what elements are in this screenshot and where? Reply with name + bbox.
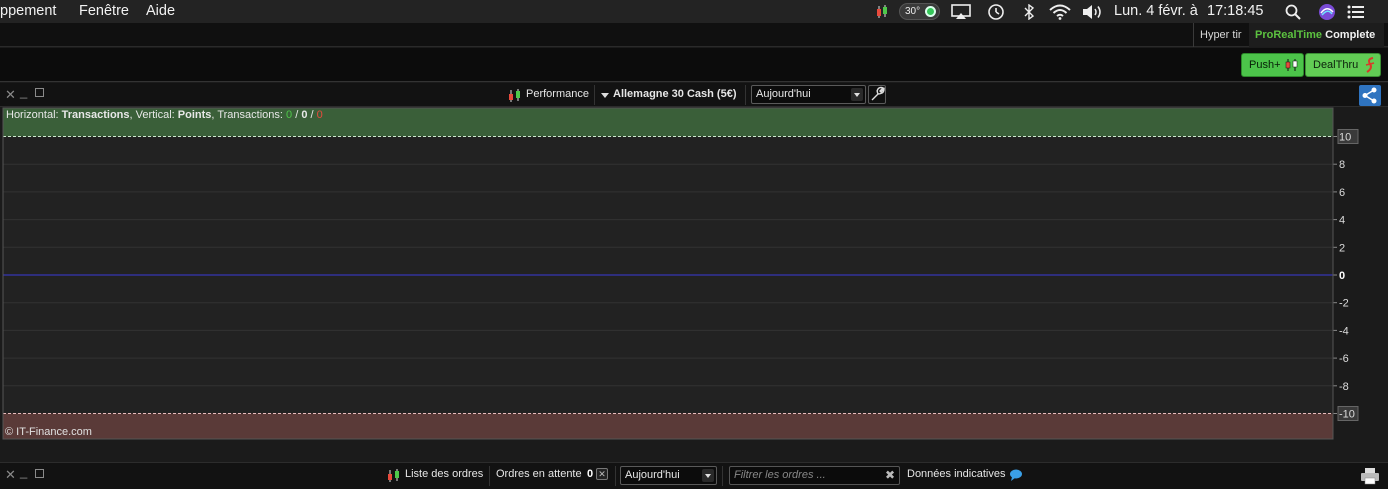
orders-panel-toolbar: ✕ _ Liste des ordres Ordres en attente 0… bbox=[0, 462, 1388, 489]
dealthru-label: DealThru bbox=[1313, 59, 1359, 71]
share-icon bbox=[1362, 87, 1377, 104]
push-plus-button[interactable]: Push+ bbox=[1241, 53, 1304, 77]
y-tick-label: 6 bbox=[1339, 187, 1345, 199]
maximize-panel-icon[interactable] bbox=[35, 88, 44, 97]
bluetooth-icon[interactable] bbox=[1020, 2, 1038, 21]
y-tick-label: 2 bbox=[1339, 242, 1345, 254]
wifi-icon[interactable] bbox=[1048, 2, 1072, 21]
minimize-orders-panel-icon[interactable]: _ bbox=[20, 464, 27, 479]
info-transactions-prefix: , Transactions: bbox=[211, 109, 287, 121]
y-tick-label: 10 bbox=[1339, 132, 1351, 144]
hyper-tir-label: Hyper tir bbox=[1200, 29, 1242, 41]
y-tick-label: 4 bbox=[1339, 215, 1345, 227]
maximize-orders-panel-icon[interactable] bbox=[35, 469, 44, 478]
y-tick-label: -2 bbox=[1339, 298, 1349, 310]
app-top-strip: Hyper tir ProRealTime Complete bbox=[0, 23, 1388, 47]
close-orders-panel-icon[interactable]: ✕ bbox=[5, 467, 16, 483]
y-tick-label: 8 bbox=[1339, 159, 1345, 171]
toolbar-separator bbox=[615, 466, 616, 486]
orders-period-select[interactable]: Aujourd'hui bbox=[620, 466, 717, 485]
performance-candlestick-icon bbox=[509, 89, 520, 102]
share-button[interactable] bbox=[1359, 85, 1381, 106]
performance-title: Performance bbox=[526, 88, 589, 100]
close-panel-icon[interactable]: ✕ bbox=[5, 87, 16, 103]
menu-date[interactable]: Lun. 4 févr. à bbox=[1114, 3, 1198, 19]
info-separator: / bbox=[307, 109, 317, 121]
spotlight-search-icon[interactable] bbox=[1284, 2, 1302, 21]
menu-fenetre[interactable]: Fenêtre bbox=[79, 3, 129, 19]
info-separator: / bbox=[292, 109, 302, 121]
volume-icon[interactable] bbox=[1080, 2, 1104, 21]
y-tick-label: -10 bbox=[1339, 409, 1355, 421]
time-machine-icon[interactable] bbox=[985, 2, 1007, 21]
instrument-selector[interactable]: Allemagne 30 Cash (5€) bbox=[613, 88, 737, 100]
info-vertical-value: Points bbox=[177, 109, 212, 121]
siri-icon[interactable] bbox=[1317, 2, 1337, 21]
toolbar-separator bbox=[489, 466, 490, 486]
filter-orders-input[interactable]: Filtrer les ordres ... ✖ bbox=[729, 466, 900, 485]
info-horizontal-value: Transactions bbox=[61, 109, 130, 121]
period-select-value: Aujourd'hui bbox=[756, 88, 811, 100]
info-bubble-icon[interactable] bbox=[1009, 469, 1023, 481]
push-plus-label: Push+ bbox=[1249, 59, 1281, 71]
y-tick-label: 0 bbox=[1339, 270, 1345, 282]
negative-zone bbox=[3, 413, 1333, 439]
info-loss-count: 0 bbox=[316, 109, 323, 121]
prorealtime-badge: ProRealTime Complete bbox=[1249, 23, 1384, 47]
temperature-value: 30° bbox=[905, 6, 921, 17]
chart-copyright: © IT-Finance.com bbox=[5, 426, 92, 438]
filter-orders-placeholder: Filtrer les ordres ... bbox=[734, 469, 826, 481]
menu-developpement[interactable]: ppement bbox=[0, 3, 56, 19]
y-tick-label: -6 bbox=[1339, 353, 1349, 365]
prt-brand: ProRealTime bbox=[1255, 29, 1323, 41]
pending-orders-count: 0 bbox=[587, 468, 594, 480]
plot-area bbox=[3, 108, 1333, 439]
candlestick-status-icon[interactable] bbox=[873, 2, 891, 21]
status-dot-icon bbox=[925, 6, 936, 17]
app-action-strip: Push+ DealThru bbox=[0, 48, 1388, 82]
minimize-panel-icon[interactable]: _ bbox=[20, 84, 27, 99]
info-vertical-prefix: , Vertical: bbox=[129, 109, 178, 121]
period-select[interactable]: Aujourd'hui bbox=[751, 85, 866, 104]
chart-canvas: 10 8 6 4 2 0 -2 -4 -6 -8 -10 bbox=[2, 107, 1359, 440]
menu-time[interactable]: 17:18:45 bbox=[1207, 3, 1263, 19]
chart-info-line: Horizontal: Transactions, Vertical: Poin… bbox=[6, 109, 323, 121]
dealthru-logo-icon bbox=[1366, 57, 1375, 73]
y-tick-label: -4 bbox=[1339, 325, 1349, 337]
performance-chart[interactable]: 10 8 6 4 2 0 -2 -4 -6 -8 -10 Horizontal: Transacti… bbox=[0, 107, 1388, 460]
y-tick-label: -8 bbox=[1339, 381, 1349, 393]
indicative-data-label: Données indicatives bbox=[907, 468, 1006, 480]
hyper-tir-tab[interactable]: Hyper tir bbox=[1193, 23, 1249, 47]
print-icon[interactable] bbox=[1360, 467, 1380, 485]
orders-candlestick-icon bbox=[388, 469, 399, 482]
toolbar-separator bbox=[745, 85, 746, 105]
instrument-dropdown-arrow-icon[interactable] bbox=[601, 93, 609, 98]
candlestick-icon bbox=[1285, 59, 1297, 71]
prt-edition: Complete bbox=[1325, 29, 1376, 41]
orders-list-title: Liste des ordres bbox=[405, 468, 484, 480]
toolbar-separator bbox=[594, 85, 595, 105]
macos-menu-bar: ppement Fenêtre Aide 30° Lun. 4 févr. à … bbox=[0, 0, 1388, 23]
clear-pending-icon[interactable]: ✕ bbox=[596, 468, 608, 480]
clear-filter-icon[interactable]: ✖ bbox=[885, 468, 895, 482]
settings-wrench-button[interactable] bbox=[868, 85, 886, 104]
performance-panel-toolbar: ✕ _ Performance Allemagne 30 Cash (5€) A… bbox=[0, 83, 1388, 107]
chevron-down-icon bbox=[851, 88, 863, 101]
wrench-icon bbox=[871, 86, 885, 101]
info-horizontal-prefix: Horizontal: bbox=[6, 109, 62, 121]
airplay-icon[interactable] bbox=[950, 2, 972, 21]
orders-period-value: Aujourd'hui bbox=[625, 469, 680, 481]
dealthru-button[interactable]: DealThru bbox=[1305, 53, 1381, 77]
chevron-down-icon bbox=[702, 469, 714, 482]
menu-aide[interactable]: Aide bbox=[146, 3, 175, 19]
pending-orders-tab[interactable]: Ordres en attente bbox=[496, 468, 582, 480]
temperature-widget[interactable]: 30° bbox=[899, 3, 940, 20]
toolbar-separator bbox=[722, 466, 723, 486]
notification-center-icon[interactable] bbox=[1346, 2, 1366, 21]
